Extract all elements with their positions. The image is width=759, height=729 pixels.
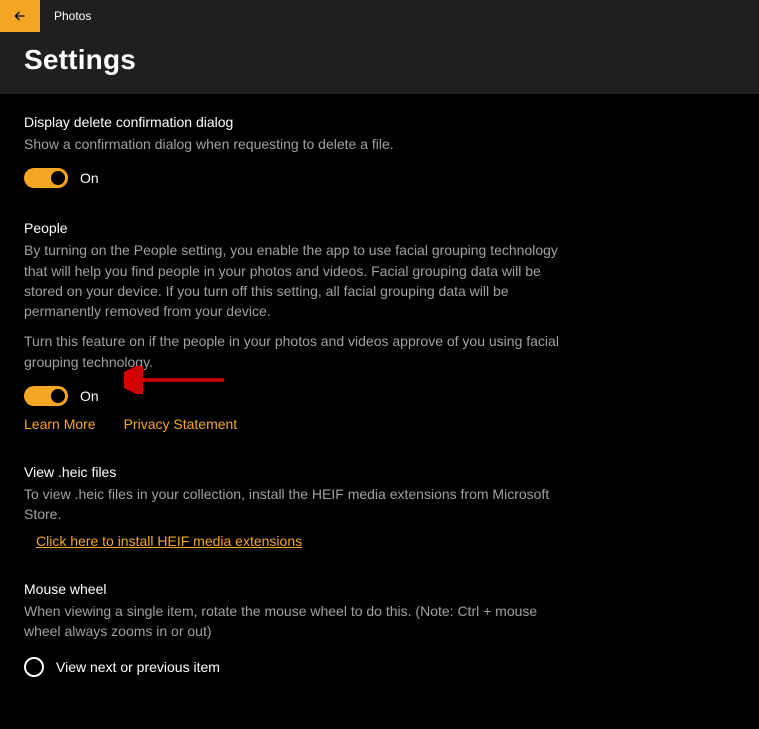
setting-title: Display delete confirmation dialog xyxy=(24,114,576,130)
install-heif-link[interactable]: Click here to install HEIF media extensi… xyxy=(36,533,302,549)
toggle-knob xyxy=(51,171,65,185)
content: Display delete confirmation dialog Show … xyxy=(0,94,600,729)
toggle-state-label: On xyxy=(80,388,99,404)
view-next-prev-radio[interactable] xyxy=(24,657,44,677)
radio-label: View next or previous item xyxy=(56,659,220,675)
section-people: People By turning on the People setting,… xyxy=(24,220,576,432)
setting-description: Show a confirmation dialog when requesti… xyxy=(24,134,576,154)
people-toggle[interactable] xyxy=(24,386,68,406)
setting-description-2: Turn this feature on if the people in yo… xyxy=(24,331,576,372)
toggle-row: On xyxy=(24,386,576,406)
setting-title: View .heic files xyxy=(24,464,576,480)
toggle-state-label: On xyxy=(80,170,99,186)
titlebar: Photos xyxy=(0,0,759,32)
setting-description: To view .heic files in your collection, … xyxy=(24,484,576,525)
page-title: Settings xyxy=(24,44,735,76)
toggle-row: On xyxy=(24,168,576,188)
section-delete-confirmation: Display delete confirmation dialog Show … xyxy=(24,114,576,188)
toggle-knob xyxy=(51,389,65,403)
setting-title: Mouse wheel xyxy=(24,581,576,597)
link-row: Learn More Privacy Statement xyxy=(24,416,576,432)
learn-more-link[interactable]: Learn More xyxy=(24,416,96,432)
setting-title: People xyxy=(24,220,576,236)
setting-description: When viewing a single item, rotate the m… xyxy=(24,601,576,642)
delete-confirm-toggle[interactable] xyxy=(24,168,68,188)
back-button[interactable] xyxy=(0,0,40,32)
privacy-statement-link[interactable]: Privacy Statement xyxy=(124,416,238,432)
section-mouse-wheel: Mouse wheel When viewing a single item, … xyxy=(24,581,576,678)
app-title: Photos xyxy=(54,9,91,23)
radio-row: View next or previous item xyxy=(24,657,576,677)
section-heic: View .heic files To view .heic files in … xyxy=(24,464,576,549)
arrow-left-icon xyxy=(12,8,28,24)
header: Settings xyxy=(0,32,759,94)
setting-description: By turning on the People setting, you en… xyxy=(24,240,576,321)
